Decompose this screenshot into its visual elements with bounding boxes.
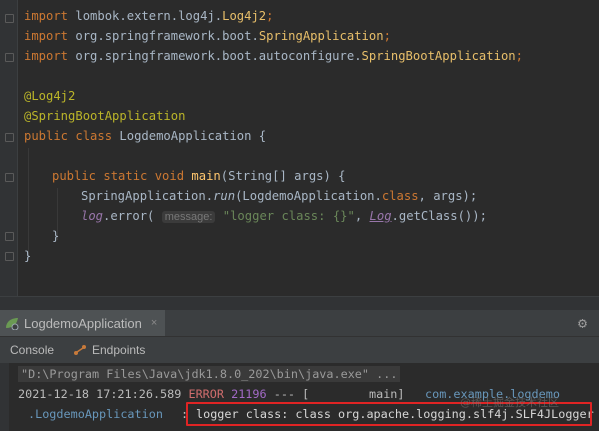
console-logger-name-cont[interactable]: .LogdemoApplication	[28, 406, 163, 422]
parameter-hint: message:	[161, 211, 216, 223]
code-line-log-error: log.error( message: "logger class: {}", …	[81, 209, 487, 223]
code-line-close-method: }	[52, 229, 60, 243]
fold-marker-icon[interactable]	[5, 232, 14, 241]
code-line-1: import lombok.extern.log4j.Log4j2;	[24, 9, 274, 23]
close-tab-icon[interactable]: ×	[151, 317, 157, 329]
code-line-annotation-log4j2: @Log4j2	[24, 89, 76, 103]
run-tool-window-header: LogdemoApplication × ⚙	[0, 310, 599, 337]
code-editor[interactable]: import lombok.extern.log4j.Log4j2; impor…	[0, 0, 599, 296]
run-config-tab-label: LogdemoApplication	[24, 315, 142, 331]
run-subtabs: Console Endpoints	[0, 337, 599, 363]
endpoints-icon	[74, 345, 86, 355]
tab-endpoints[interactable]: Endpoints	[72, 337, 145, 363]
editor-gutter	[0, 0, 18, 296]
code-line-3: import org.springframework.boot.autoconf…	[24, 49, 523, 63]
console-thread: main]	[369, 387, 405, 401]
fold-marker-icon[interactable]	[5, 14, 14, 23]
tab-console-label: Console	[10, 343, 55, 357]
console-line-command: "D:\Program Files\Java\jdk1.8.0_202\bin\…	[18, 366, 401, 382]
spring-boot-icon	[6, 318, 19, 330]
fold-marker-icon[interactable]	[5, 133, 14, 142]
code-line-class-decl: public class LogdemoApplication {	[24, 129, 267, 143]
fold-marker-icon[interactable]	[5, 173, 14, 182]
code-line-run: SpringApplication.run(LogdemoApplication…	[81, 189, 478, 203]
settings-gear-icon[interactable]: ⚙	[578, 315, 587, 331]
console-line-error: 2021-12-18 17:21:26.589 ERROR 21196 --- …	[18, 387, 310, 401]
fold-marker-icon[interactable]	[5, 252, 14, 261]
panel-separator[interactable]	[0, 296, 599, 311]
indent-guide	[28, 148, 29, 260]
code-line-close-class: }	[24, 249, 32, 263]
code-line-2: import org.springframework.boot.SpringAp…	[24, 29, 391, 43]
tab-endpoints-label: Endpoints	[92, 343, 146, 357]
watermark: @稀土掘金技术社区	[460, 396, 559, 409]
tab-console[interactable]: Console	[10, 337, 54, 363]
code-line-annotation-springboot: @SpringBootApplication	[24, 109, 186, 123]
console-gutter	[0, 363, 9, 431]
run-config-tab[interactable]: LogdemoApplication ×	[0, 310, 166, 336]
code-line-main-decl: public static void main(String[] args) {	[52, 169, 346, 183]
fold-marker-icon[interactable]	[5, 53, 14, 62]
